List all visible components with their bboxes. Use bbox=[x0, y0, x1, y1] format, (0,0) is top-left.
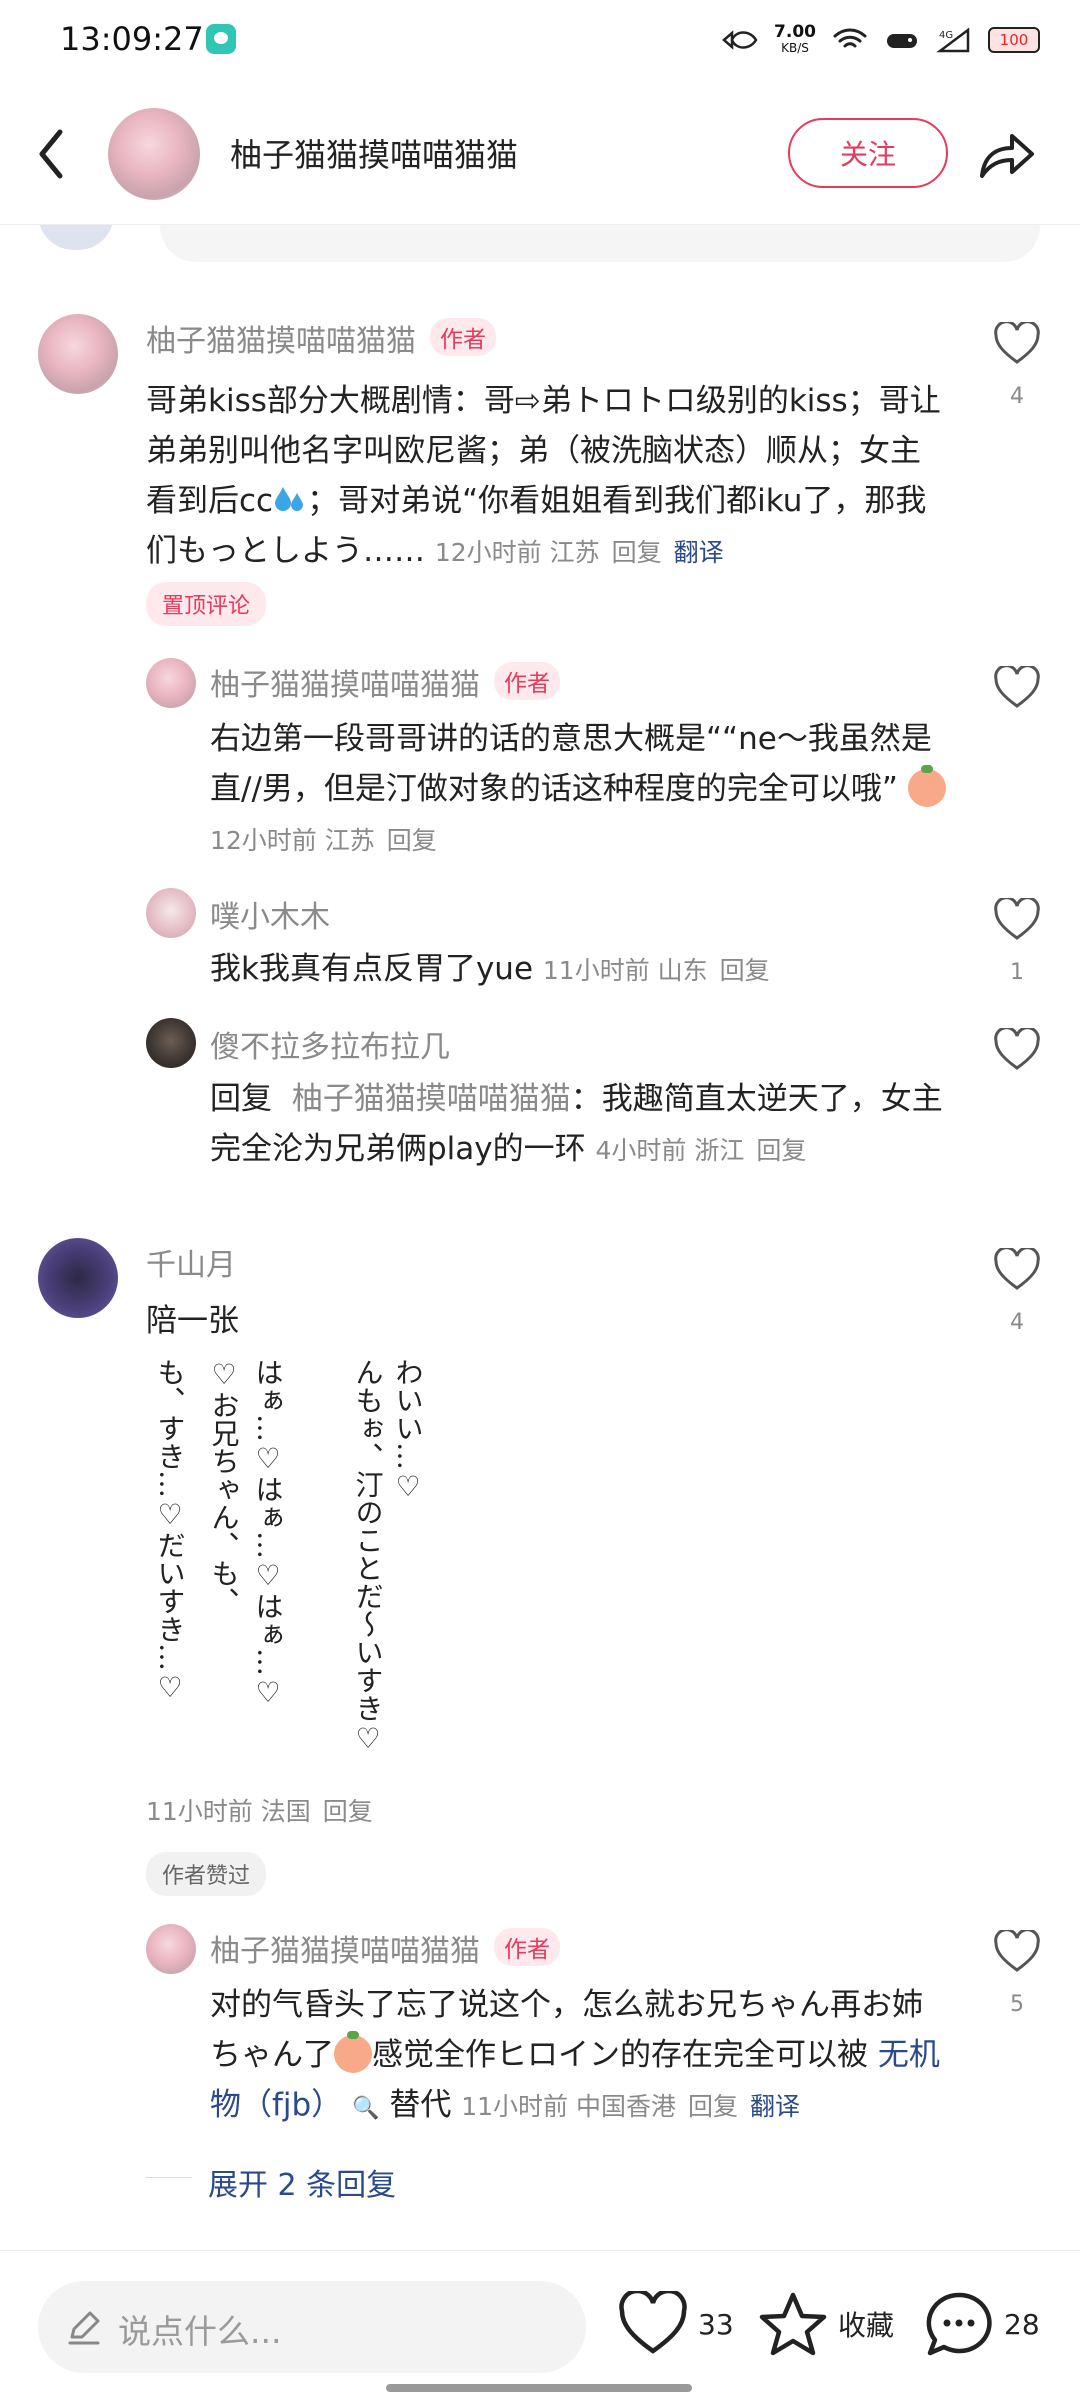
avatar[interactable] bbox=[146, 888, 196, 938]
svg-text:4G: 4G bbox=[939, 30, 953, 41]
share-icon[interactable] bbox=[976, 126, 1036, 182]
comment-username[interactable]: 柚子猫猫摸喵喵猫猫 bbox=[146, 324, 416, 359]
signal-icon: 4G bbox=[936, 27, 970, 53]
handwritten-line: わいい…♡ bbox=[392, 1358, 425, 1503]
back-icon[interactable] bbox=[32, 124, 72, 184]
translate-button[interactable]: 翻译 bbox=[750, 2092, 800, 2121]
reply-text: 回复 柚子猫猫摸喵喵猫猫：我趣简直太逆天了，女主完全沦为兄弟俩play的一环 4… bbox=[210, 1081, 943, 1167]
fish-icon bbox=[722, 30, 758, 50]
status-time: 13:09:27 bbox=[60, 20, 204, 58]
status-bar: 13:09:27 7.00 KB/S 4G 100 bbox=[0, 0, 1080, 80]
reply-meta: 12小时前 江苏 回复 bbox=[210, 826, 437, 855]
like-button[interactable]: 33 bbox=[618, 2291, 734, 2357]
reply-text: 右边第一段哥哥讲的话的意思大概是““ne～我虽然是直//男，但是汀做对象的话这种… bbox=[210, 714, 950, 866]
sweat-drop-icon bbox=[275, 487, 304, 511]
expand-replies-button[interactable]: 展开 2 条回复 bbox=[208, 2160, 396, 2204]
chat-app-icon bbox=[206, 24, 236, 54]
comment-meta: 12小时前 江苏 回复 翻译 bbox=[434, 538, 724, 567]
avatar[interactable] bbox=[38, 1238, 118, 1318]
reply-button[interactable]: 回复 bbox=[720, 956, 770, 985]
net-speed: 7.00 KB/S bbox=[774, 22, 816, 56]
avatar[interactable] bbox=[146, 1018, 196, 1068]
top-header: 柚子猫猫摸喵喵猫猫 关注 bbox=[0, 80, 1080, 225]
reply-button[interactable]: 回复 bbox=[612, 538, 662, 567]
battery-indicator: 100 bbox=[988, 27, 1040, 53]
author-badge: 作者 bbox=[430, 318, 496, 356]
home-indicator[interactable] bbox=[386, 2384, 692, 2392]
reply-text: 对的气昏头了忘了说这个，怎么就お兄ちゃん再お姉ちゃん了 感觉全作ヒロイン的存在完全… bbox=[210, 1987, 940, 2123]
reply-to-name[interactable]: 柚子猫猫摸喵喵猫猫 bbox=[292, 1081, 571, 1117]
author-badge: 作者 bbox=[494, 1928, 560, 1966]
comment-username[interactable]: 千山月 bbox=[146, 1240, 236, 1284]
handwritten-image[interactable]: わいい…♡ んもぉ、汀のことだ～いすき♡ はぁ…♡はぁ…♡はぁ…♡ ♡お兄ちゃん… bbox=[146, 1350, 436, 1770]
star-icon bbox=[759, 2292, 827, 2356]
pen-icon bbox=[68, 2311, 100, 2345]
reply-meta: 11小时前 山东 回复 bbox=[542, 956, 770, 985]
reply-button[interactable]: 回复 bbox=[688, 2092, 738, 2121]
like-heart-icon[interactable] bbox=[993, 898, 1041, 942]
avatar[interactable] bbox=[38, 314, 118, 394]
handwritten-line: んもぉ、汀のことだ～いすき♡ bbox=[352, 1358, 385, 1755]
like-count: 5 bbox=[1010, 1992, 1024, 2017]
favorite-label: 收藏 bbox=[838, 2309, 895, 2342]
translate-button[interactable]: 翻译 bbox=[674, 538, 724, 567]
reply-text: 我k我真有点反胃了yue 11小时前 山东 回复 bbox=[210, 951, 770, 987]
reply-meta: 11小时前 中国香港 回复 翻译 bbox=[461, 2092, 801, 2121]
reply-button[interactable]: 回复 bbox=[387, 826, 437, 855]
search-icon: 🔍 bbox=[352, 2096, 380, 2121]
like-count: 4 bbox=[1010, 1310, 1024, 1335]
reply-username[interactable]: 柚子猫猫摸喵喵猫猫 bbox=[210, 668, 480, 703]
comments-button[interactable]: 28 bbox=[924, 2291, 1040, 2357]
like-heart-icon[interactable] bbox=[993, 666, 1041, 710]
comment-placeholder: 说点什么... bbox=[118, 2312, 282, 2351]
comment-meta: 11小时前 法国 回复 bbox=[146, 1797, 373, 1826]
handwritten-line: はぁ…♡はぁ…♡はぁ…♡ bbox=[252, 1358, 285, 1709]
reply-button[interactable]: 回复 bbox=[323, 1797, 373, 1826]
wifi-icon bbox=[833, 28, 867, 48]
avatar[interactable] bbox=[146, 1924, 196, 1974]
comment-text: 陪一张 bbox=[146, 1303, 239, 1339]
reply-meta: 4小时前 浙江 回复 bbox=[595, 1136, 807, 1165]
status-icons: 7.00 KB/S 4G 100 bbox=[722, 20, 1040, 60]
handwritten-line: も、すき…♡だいすき…♡ bbox=[154, 1358, 187, 1704]
author-badge: 作者 bbox=[494, 662, 560, 700]
peach-face-emoji-icon bbox=[907, 765, 946, 807]
like-heart-icon[interactable] bbox=[993, 322, 1041, 366]
like-heart-icon[interactable] bbox=[993, 1248, 1041, 1292]
reply-username[interactable]: 噗小木木 bbox=[210, 892, 330, 936]
comment-total: 28 bbox=[1004, 2307, 1040, 2341]
game-icon bbox=[887, 34, 917, 48]
comment-bubble-icon bbox=[926, 2292, 992, 2356]
comment-input[interactable]: 说点什么... bbox=[38, 2281, 586, 2373]
author-avatar[interactable] bbox=[108, 108, 200, 200]
divider bbox=[146, 2177, 192, 2178]
like-count: 1 bbox=[1010, 960, 1024, 985]
favorite-button[interactable]: 收藏 bbox=[758, 2291, 894, 2357]
like-heart-icon[interactable] bbox=[993, 1930, 1041, 1974]
reply-button[interactable]: 回复 bbox=[756, 1136, 806, 1165]
handwritten-line: ♡お兄ちゃん、も、 bbox=[208, 1358, 241, 1615]
comment-text: 哥弟kiss部分大概剧情：哥⇨弟トロトロ级别的kiss；哥让弟弟别叫他名字叫欧尼… bbox=[146, 383, 941, 569]
reply-username[interactable]: 柚子猫猫摸喵喵猫猫 bbox=[210, 1934, 480, 1969]
bottom-bar: 说点什么... 33 收藏 28 bbox=[0, 2250, 1080, 2400]
avatar[interactable] bbox=[146, 658, 196, 708]
author-liked-tag: 作者赞过 bbox=[146, 1852, 267, 1896]
reply-username[interactable]: 傻不拉多拉布拉几 bbox=[210, 1022, 450, 1066]
pinned-tag: 置顶评论 bbox=[146, 582, 267, 626]
author-name[interactable]: 柚子猫猫摸喵喵猫猫 bbox=[230, 130, 518, 176]
follow-button[interactable]: 关注 bbox=[788, 118, 948, 188]
peach-face-emoji-icon bbox=[334, 2031, 372, 2073]
like-count: 4 bbox=[1010, 384, 1024, 409]
like-total: 33 bbox=[698, 2307, 734, 2341]
like-heart-icon[interactable] bbox=[993, 1028, 1041, 1072]
heart-icon bbox=[619, 2291, 687, 2354]
